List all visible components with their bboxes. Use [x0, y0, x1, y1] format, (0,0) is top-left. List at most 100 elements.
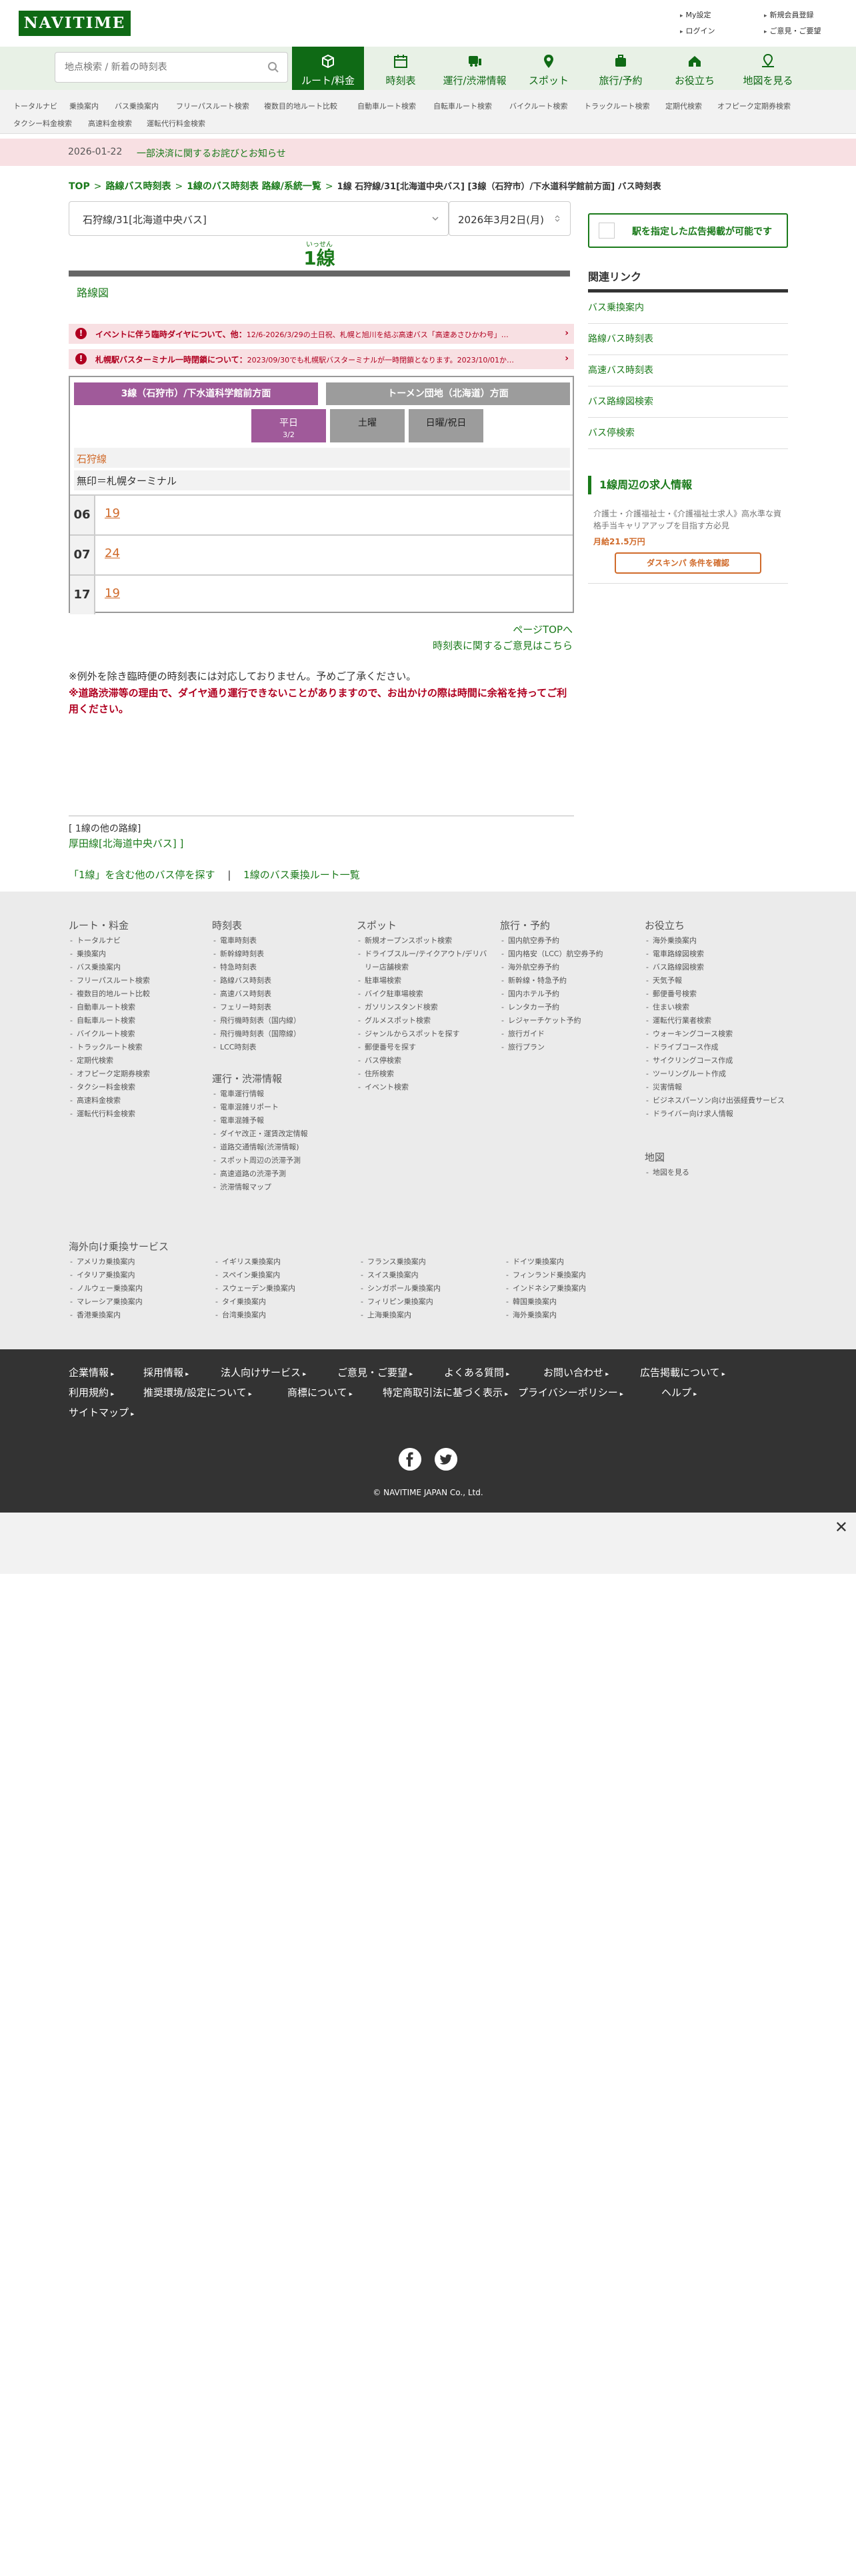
- register-link[interactable]: 新規会員登録: [764, 9, 814, 20]
- navitime-logo[interactable]: NAVITIME: [19, 11, 131, 36]
- day-tab-saturday[interactable]: 土曜: [330, 409, 405, 442]
- sitemap-link[interactable]: 道路交通情報(渋滞情報): [212, 1141, 308, 1154]
- sitemap-link[interactable]: 地図を見る: [645, 1166, 689, 1179]
- minute-link[interactable]: 24: [105, 546, 120, 560]
- sitemap-link[interactable]: 電車時刻表: [212, 934, 301, 948]
- sitemap-link[interactable]: ジャンルからスポットを探す: [357, 1027, 490, 1041]
- subnav-item[interactable]: 高速料金検索: [88, 118, 132, 129]
- sitemap-link[interactable]: 新規オープンスポット検索: [357, 934, 490, 948]
- footer-link[interactable]: 特定商取引法に基づく表示: [383, 1385, 508, 1399]
- subnav-item[interactable]: バス乗換案内: [115, 101, 159, 111]
- sitemap-link[interactable]: 乗換案内: [69, 948, 150, 961]
- sitemap-link[interactable]: ツーリングルート作成: [645, 1067, 787, 1081]
- sitemap-link[interactable]: イベント検索: [357, 1081, 490, 1094]
- sitemap-link[interactable]: レジャーチケット予約: [500, 1014, 603, 1027]
- sitemap-link[interactable]: バス乗換案内: [69, 961, 150, 974]
- sitemap-link[interactable]: 海外乗換案内: [645, 934, 787, 948]
- sitemap-link[interactable]: 運転代行料金検索: [69, 1107, 150, 1121]
- sitemap-link[interactable]: ガソリンスタンド検索: [357, 1001, 490, 1014]
- footer-link[interactable]: 企業情報: [69, 1365, 114, 1379]
- sitemap-link[interactable]: 郵便番号を探す: [357, 1041, 490, 1054]
- subnav-item[interactable]: トータルナビ: [13, 101, 57, 111]
- sitemap-link[interactable]: バイク駐車場検索: [357, 987, 490, 1001]
- sitemap-link[interactable]: 災害情報: [645, 1081, 787, 1094]
- sitemap-link[interactable]: 自転車ルート検索: [69, 1014, 150, 1027]
- sitemap-link[interactable]: アメリカ乗換案内: [69, 1255, 135, 1269]
- sitemap-link[interactable]: レンタカー予約: [500, 1001, 603, 1014]
- sitemap-link[interactable]: イタリア乗換案内: [69, 1269, 135, 1282]
- sitemap-link[interactable]: 天気予報: [645, 974, 787, 987]
- minute-link[interactable]: 19: [105, 506, 120, 520]
- twitter-icon[interactable]: [435, 1448, 457, 1471]
- day-tab-weekday[interactable]: 平日 3/2: [251, 409, 326, 442]
- login-link[interactable]: ログイン: [680, 25, 715, 36]
- sitemap-col-head[interactable]: 時刻表: [212, 918, 301, 932]
- sitemap-link[interactable]: 電車運行情報: [212, 1087, 308, 1101]
- subnav-item[interactable]: オフピーク定期券検索: [717, 101, 791, 111]
- sitemap-link[interactable]: 郵便番号検索: [645, 987, 787, 1001]
- transfer-route-list-link[interactable]: 1線のバス乗換ルート一覧: [243, 869, 360, 881]
- sitemap-link[interactable]: バス停検索: [357, 1054, 490, 1067]
- direction-tab[interactable]: トーメン団地（北海道）方面: [326, 382, 570, 405]
- alert-terminal[interactable]: ! 札幌駅バスターミナル一時閉鎖について：2023/09/30でも札幌駅バスター…: [69, 349, 574, 369]
- related-link[interactable]: バス乗換案内: [588, 293, 788, 324]
- sitemap-col-head[interactable]: 旅行・予約: [500, 918, 603, 932]
- date-select[interactable]: 2026年3月2日(月): [449, 201, 571, 236]
- alert-event[interactable]: ! イベントに伴う臨時ダイヤについて、他：12/6-2026/3/29の土日祝、…: [69, 324, 574, 344]
- footer-link[interactable]: よくある質問: [444, 1365, 509, 1379]
- tab-useful[interactable]: お役立ち: [663, 47, 727, 90]
- sitemap-link[interactable]: バイクルート検索: [69, 1027, 150, 1041]
- job-description[interactable]: 介護士・介護福祉士・《介護福祉士求人》高水準な資格手当キャリアアップを目指す方必…: [588, 508, 788, 532]
- tab-traffic-info[interactable]: 運行/渋滞情報: [436, 47, 513, 90]
- footer-link[interactable]: 採用情報: [143, 1365, 189, 1379]
- related-link[interactable]: バス停検索: [588, 418, 788, 449]
- sitemap-link[interactable]: ドライバー向け求人情報: [645, 1107, 787, 1121]
- subnav-item[interactable]: 複数目的地ルート比較: [264, 101, 337, 111]
- sitemap-link[interactable]: 国内格安（LCC）航空券予約: [500, 948, 603, 961]
- page-top-link[interactable]: ページTOPへ: [513, 622, 573, 636]
- close-icon[interactable]: ✕: [835, 1519, 848, 1535]
- footer-link[interactable]: ご意見・ご要望: [337, 1365, 413, 1379]
- footer-link[interactable]: 法人向けサービス: [221, 1365, 306, 1379]
- sitemap-col-head[interactable]: スポット: [357, 918, 490, 932]
- subnav-item[interactable]: 乗換案内: [69, 101, 99, 111]
- breadcrumb-bus-timetable[interactable]: 路線バス時刻表: [105, 181, 171, 192]
- sitemap-link[interactable]: 新幹線・特急予約: [500, 974, 603, 987]
- sitemap-link[interactable]: 飛行機時刻表（国際線）: [212, 1027, 301, 1041]
- subnav-item[interactable]: 自転車ルート検索: [433, 101, 492, 111]
- breadcrumb-route-list[interactable]: 1線のバス時刻表 路線/系統一覧: [187, 181, 321, 192]
- related-link[interactable]: 路線バス時刻表: [588, 324, 788, 355]
- sitemap-link[interactable]: LCC時刻表: [212, 1041, 301, 1054]
- search-input[interactable]: [55, 53, 249, 82]
- footer-link[interactable]: 推奨環境/設定について: [143, 1385, 252, 1399]
- sitemap-link[interactable]: スウェーデン乗換案内: [214, 1282, 295, 1295]
- sitemap-link[interactable]: 新幹線時刻表: [212, 948, 301, 961]
- route-select[interactable]: 石狩線/31[北海道中央バス]: [69, 201, 449, 236]
- sitemap-col-head[interactable]: 地図: [645, 1150, 689, 1164]
- sitemap-link[interactable]: ダイヤ改正・運賃改定情報: [212, 1127, 308, 1141]
- tab-map[interactable]: 地図を見る: [732, 47, 804, 90]
- facebook-icon[interactable]: [399, 1448, 421, 1471]
- footer-link[interactable]: サイトマップ: [69, 1405, 134, 1419]
- related-link[interactable]: 高速バス時刻表: [588, 355, 788, 386]
- other-route-link[interactable]: 厚田線[北海道中央バス] ]: [69, 836, 574, 850]
- timetable-opinion-link[interactable]: 時刻表に関するご意見はこちら: [433, 638, 573, 652]
- sitemap-link[interactable]: ドライブコース作成: [645, 1041, 787, 1054]
- sitemap-link[interactable]: 運転代行業者検索: [645, 1014, 787, 1027]
- sitemap-col-head[interactable]: 運行・渋滞情報: [212, 1071, 308, 1085]
- sitemap-link[interactable]: 定期代検索: [69, 1054, 150, 1067]
- subnav-item[interactable]: バイクルート検索: [509, 101, 567, 111]
- sitemap-link[interactable]: マレーシア乗換案内: [69, 1295, 143, 1309]
- footer-link[interactable]: 広告掲載について: [640, 1365, 725, 1379]
- sitemap-link[interactable]: ドライブスルー/テイクアウト/デリバリー店舗検索: [357, 948, 490, 974]
- subnav-item[interactable]: トラックルート検索: [584, 101, 650, 111]
- sitemap-link[interactable]: グルメスポット検索: [357, 1014, 490, 1027]
- sitemap-link[interactable]: フリーパスルート検索: [69, 974, 150, 987]
- sitemap-link[interactable]: タクシー料金検索: [69, 1081, 150, 1094]
- sitemap-link[interactable]: オフピーク定期券検索: [69, 1067, 150, 1081]
- sitemap-link[interactable]: 上海乗換案内: [359, 1309, 411, 1322]
- sitemap-link[interactable]: 旅行ガイド: [500, 1027, 603, 1041]
- sitemap-link[interactable]: 海外航空券予約: [500, 961, 603, 974]
- sitemap-link[interactable]: 住所検索: [357, 1067, 490, 1081]
- tab-spot[interactable]: スポット: [519, 47, 579, 90]
